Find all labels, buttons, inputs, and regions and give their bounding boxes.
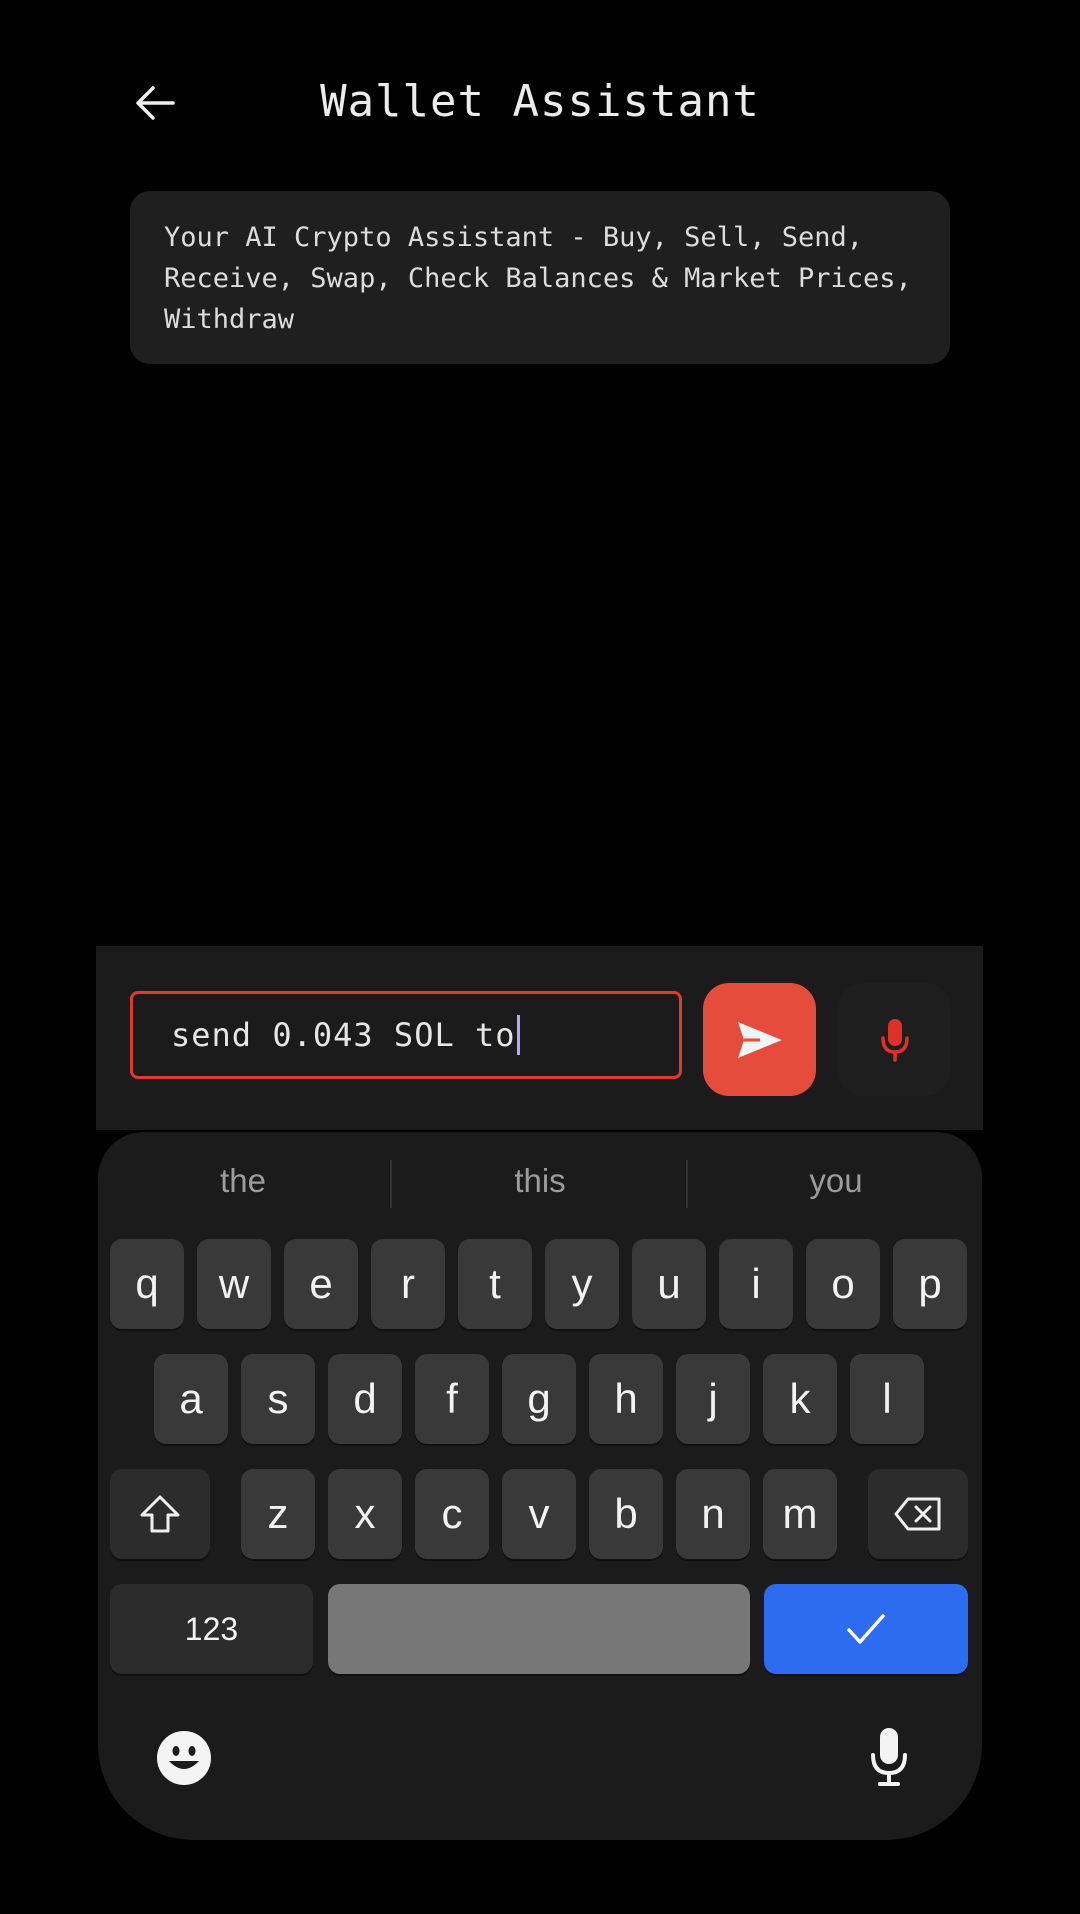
key-a[interactable]: a [154,1354,228,1444]
emoji-icon [157,1731,211,1785]
key-b[interactable]: b [589,1469,663,1559]
suggestion-1[interactable]: the [143,1162,343,1200]
backspace-key[interactable] [868,1469,968,1559]
checkmark-icon [847,1614,885,1644]
key-q[interactable]: q [110,1239,184,1329]
message-composer: send 0.043 SOL to [96,946,983,1130]
key-r[interactable]: r [371,1239,445,1329]
key-c[interactable]: c [415,1469,489,1559]
shift-key[interactable] [110,1469,210,1559]
key-i[interactable]: i [719,1239,793,1329]
microphone-icon [871,1728,907,1786]
message-input-value: send 0.043 SOL to [171,1016,516,1054]
key-k[interactable]: k [763,1354,837,1444]
voice-button[interactable] [838,983,951,1096]
suggestion-3[interactable]: you [736,1162,936,1200]
key-f[interactable]: f [415,1354,489,1444]
key-g[interactable]: g [502,1354,576,1444]
backspace-icon [894,1497,941,1531]
emoji-button[interactable] [154,1728,214,1788]
key-l[interactable]: l [850,1354,924,1444]
key-o[interactable]: o [806,1239,880,1329]
page-title: Wallet Assistant [320,76,760,127]
text-caret [516,1015,520,1055]
key-y[interactable]: y [545,1239,619,1329]
microphone-icon [880,1018,909,1062]
key-m[interactable]: m [763,1469,837,1559]
message-input[interactable]: send 0.043 SOL to [130,991,682,1079]
assistant-intro-message: Your AI Crypto Assistant - Buy, Sell, Se… [130,191,950,364]
key-h[interactable]: h [589,1354,663,1444]
suggestion-2[interactable]: this [440,1162,640,1200]
suggestion-divider [686,1160,688,1208]
key-p[interactable]: p [893,1239,967,1329]
key-j[interactable]: j [676,1354,750,1444]
send-button[interactable] [703,983,816,1096]
keyboard-voice-button[interactable] [864,1724,914,1790]
on-screen-keyboard: the this you q w e r t y u i o p a s d f… [98,1132,982,1840]
key-x[interactable]: x [328,1469,402,1559]
space-key[interactable] [328,1584,750,1674]
key-e[interactable]: e [284,1239,358,1329]
key-d[interactable]: d [328,1354,402,1444]
key-n[interactable]: n [676,1469,750,1559]
done-key[interactable] [764,1584,968,1674]
key-v[interactable]: v [502,1469,576,1559]
key-u[interactable]: u [632,1239,706,1329]
key-w[interactable]: w [197,1239,271,1329]
send-icon [737,1021,782,1058]
key-s[interactable]: s [241,1354,315,1444]
key-t[interactable]: t [458,1239,532,1329]
shift-icon [140,1495,180,1533]
intro-text: Your AI Crypto Assistant - Buy, Sell, Se… [164,222,912,335]
numbers-key[interactable]: 123 [110,1584,313,1674]
suggestion-divider [390,1160,392,1208]
suggestion-strip: the this you [98,1132,982,1232]
key-z[interactable]: z [241,1469,315,1559]
